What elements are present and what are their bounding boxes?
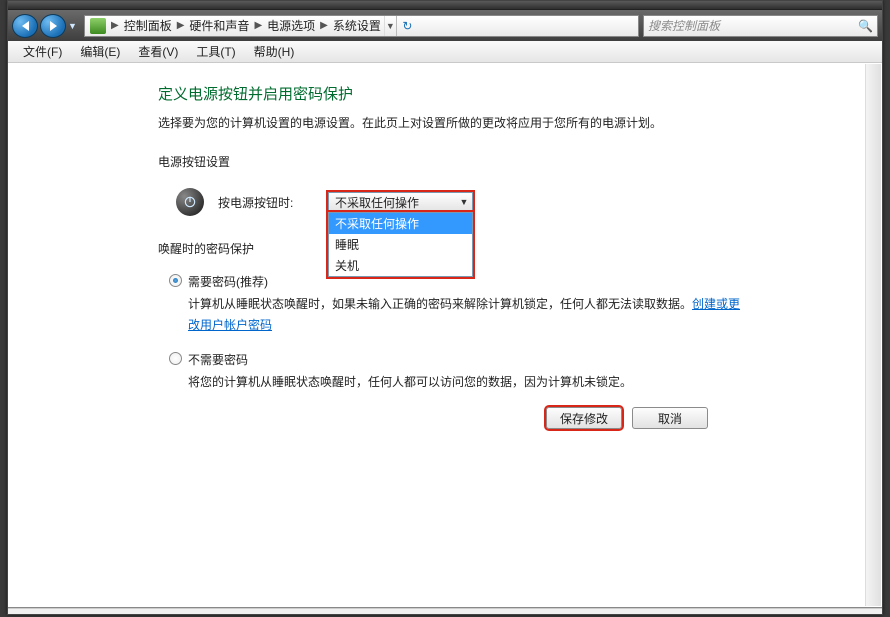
breadcrumb-item[interactable]: 控制面板 <box>121 16 175 36</box>
content-area: 定义电源按钮并启用密码保护 选择要为您的计算机设置的电源设置。在此页上对设置所做… <box>8 63 882 608</box>
cancel-button[interactable]: 取消 <box>632 407 708 429</box>
button-row: 保存修改 取消 <box>546 407 708 429</box>
power-button-label: 按电源按钮时: <box>218 194 328 211</box>
chevron-right-icon: ▶ <box>318 20 330 31</box>
chevron-right-icon: ▶ <box>109 20 121 31</box>
control-panel-icon <box>90 18 106 34</box>
chevron-right-icon: ▶ <box>252 20 264 31</box>
search-icon: 🔍 <box>858 19 873 33</box>
breadcrumb-item[interactable]: 系统设置 <box>330 16 384 36</box>
radio-input[interactable] <box>169 274 182 287</box>
toolbar: ▼ ▶ 控制面板 ▶ 硬件和声音 ▶ 电源选项 ▶ 系统设置 ▼ ↻ 搜索控制面… <box>8 10 882 41</box>
breadcrumb-dropdown[interactable]: ▼ <box>384 16 396 36</box>
dropdown-menu: 不采取任何操作 睡眠 关机 <box>328 212 473 277</box>
radio-label: 不需要密码 <box>188 351 248 368</box>
radio-desc-text: 计算机从睡眠状态唤醒时，如果未输入正确的密码来解除计算机锁定，任何人都无法读取数… <box>188 297 692 311</box>
menu-tools[interactable]: 工具(T) <box>187 43 244 60</box>
arrow-right-icon <box>50 21 57 31</box>
dropdown-selected: 不采取任何操作 <box>335 194 419 211</box>
menu-file[interactable]: 文件(F) <box>14 43 71 60</box>
chevron-down-icon: ▼ <box>456 193 472 211</box>
statusbar <box>8 608 882 614</box>
search-input[interactable]: 搜索控制面板 🔍 <box>643 15 878 37</box>
dropdown-option[interactable]: 睡眠 <box>329 234 472 255</box>
nav-buttons: ▼ <box>12 14 80 38</box>
radio-description: 计算机从睡眠状态唤醒时，如果未输入正确的密码来解除计算机锁定，任何人都无法读取数… <box>188 294 748 335</box>
back-button[interactable] <box>12 14 38 38</box>
breadcrumb[interactable]: ▶ 控制面板 ▶ 硬件和声音 ▶ 电源选项 ▶ 系统设置 ▼ ↻ <box>84 15 639 37</box>
save-button[interactable]: 保存修改 <box>546 407 622 429</box>
power-icon <box>176 188 204 216</box>
page-description: 选择要为您的计算机设置的电源设置。在此页上对设置所做的更改将应用于您所有的电源计… <box>158 114 748 133</box>
breadcrumb-item[interactable]: 电源选项 <box>264 16 318 36</box>
search-placeholder: 搜索控制面板 <box>648 17 720 34</box>
arrow-left-icon <box>22 21 29 31</box>
radio-group-password: 需要密码(推荐) 计算机从睡眠状态唤醒时，如果未输入正确的密码来解除计算机锁定，… <box>169 273 748 392</box>
menu-edit[interactable]: 编辑(E) <box>71 43 129 60</box>
dropdown-option[interactable]: 关机 <box>329 255 472 276</box>
power-button-row: 按电源按钮时: 不采取任何操作 ▼ 不采取任何操作 睡眠 关机 <box>176 188 748 216</box>
nav-history-dropdown[interactable]: ▼ <box>68 21 80 31</box>
radio-description: 将您的计算机从睡眠状态唤醒时，任何人都可以访问您的数据，因为计算机未锁定。 <box>188 372 748 392</box>
window-frame: ▼ ▶ 控制面板 ▶ 硬件和声音 ▶ 电源选项 ▶ 系统设置 ▼ ↻ 搜索控制面… <box>7 0 883 615</box>
titlebar <box>8 1 882 10</box>
menu-help[interactable]: 帮助(H) <box>245 43 304 60</box>
menubar: 文件(F) 编辑(E) 查看(V) 工具(T) 帮助(H) <box>8 41 882 63</box>
dropdown-option[interactable]: 不采取任何操作 <box>329 213 472 234</box>
chevron-right-icon: ▶ <box>175 20 187 31</box>
section-title-power: 电源按钮设置 <box>158 153 748 170</box>
power-action-dropdown[interactable]: 不采取任何操作 ▼ 不采取任何操作 睡眠 关机 <box>328 192 473 212</box>
radio-input[interactable] <box>169 352 182 365</box>
refresh-button[interactable]: ↻ <box>396 16 418 36</box>
scrollbar[interactable] <box>865 64 881 606</box>
page-title: 定义电源按钮并启用密码保护 <box>158 83 748 104</box>
menu-view[interactable]: 查看(V) <box>129 43 187 60</box>
breadcrumb-item[interactable]: 硬件和声音 <box>186 16 252 36</box>
forward-button[interactable] <box>40 14 66 38</box>
radio-label: 需要密码(推荐) <box>188 273 268 290</box>
radio-option-norequire[interactable]: 不需要密码 <box>169 351 748 368</box>
